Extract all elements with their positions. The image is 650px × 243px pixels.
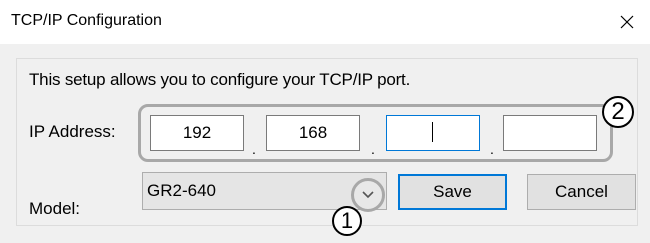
model-label: Model: bbox=[29, 199, 81, 218]
chevron-down-icon bbox=[362, 191, 374, 199]
cancel-button[interactable]: Cancel bbox=[527, 174, 636, 210]
model-dropdown-button[interactable] bbox=[351, 178, 385, 212]
ip-octet-1-field[interactable] bbox=[150, 115, 244, 151]
callout-number-1: 1 bbox=[332, 206, 362, 236]
window-title: TCP/IP Configuration bbox=[11, 12, 162, 29]
ip-separator-3: . bbox=[490, 141, 494, 157]
model-selected-value: GR2-640 bbox=[147, 181, 216, 200]
ip-octet-3-field[interactable] bbox=[386, 115, 480, 151]
ip-address-label: IP Address: bbox=[29, 122, 116, 141]
close-button[interactable] bbox=[604, 0, 650, 44]
tcpip-configuration-dialog: TCP/IP Configuration This setup allows y… bbox=[0, 0, 650, 243]
save-button[interactable]: Save bbox=[398, 174, 507, 210]
ip-separator-2: . bbox=[371, 141, 375, 157]
ip-octet-2-field[interactable] bbox=[266, 115, 360, 151]
text-caret bbox=[432, 122, 433, 142]
ip-octet-4-field[interactable] bbox=[503, 115, 597, 151]
close-icon bbox=[620, 15, 634, 29]
ip-separator-1: . bbox=[252, 141, 256, 157]
intro-text: This setup allows you to configure your … bbox=[29, 70, 411, 89]
title-bar: TCP/IP Configuration bbox=[0, 0, 650, 44]
callout-number-2: 2 bbox=[602, 96, 634, 128]
